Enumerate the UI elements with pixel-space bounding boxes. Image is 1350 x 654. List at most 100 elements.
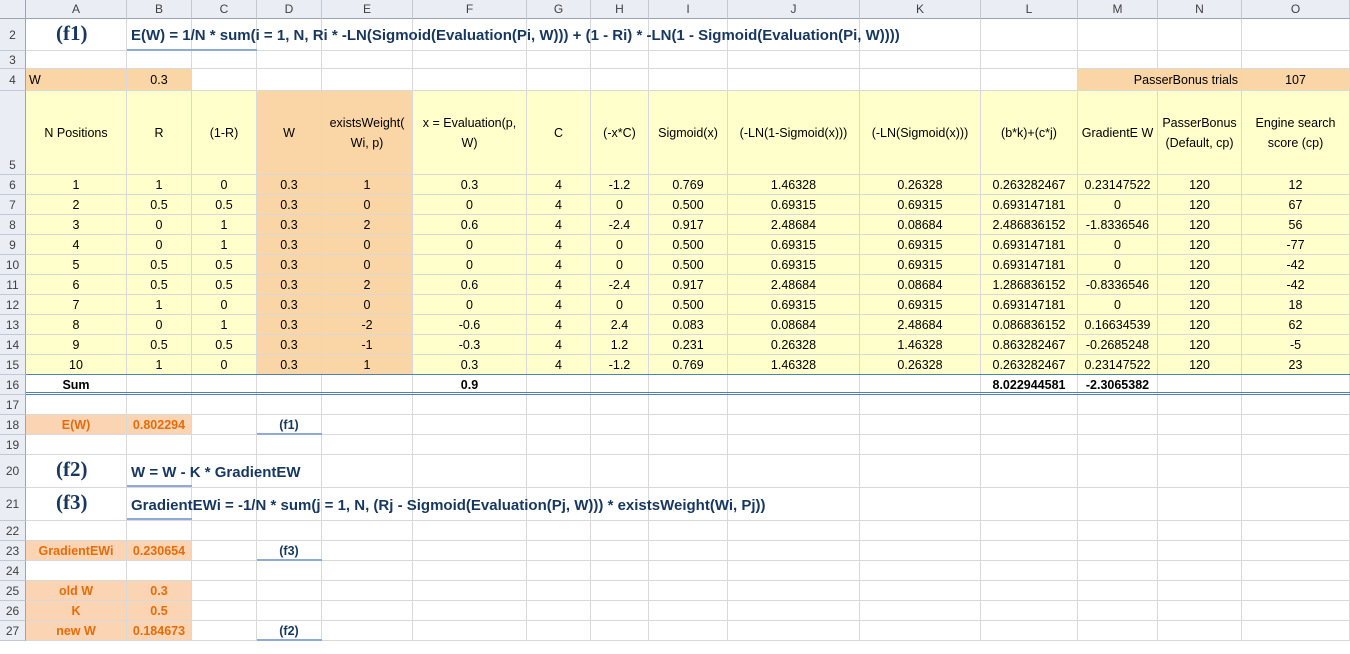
- table-header-E[interactable]: existsWeight( Wi, p): [322, 91, 413, 175]
- cell-J23[interactable]: [728, 541, 860, 561]
- row-header-13[interactable]: 13: [0, 315, 26, 335]
- cell-H4[interactable]: [591, 69, 649, 91]
- table-cell-K13[interactable]: 2.48684: [860, 315, 981, 335]
- table-cell-L12[interactable]: 0.693147181: [981, 295, 1078, 315]
- table-cell-D13[interactable]: 0.3: [257, 315, 322, 335]
- table-cell-E14[interactable]: -1: [322, 335, 413, 355]
- table-cell-D6[interactable]: 0.3: [257, 175, 322, 195]
- cell-D25[interactable]: [257, 581, 322, 601]
- cell-E27[interactable]: [322, 621, 413, 641]
- table-cell-E11[interactable]: 2: [322, 275, 413, 295]
- cell-G24[interactable]: [527, 561, 591, 581]
- table-cell-B14[interactable]: 0.5: [127, 335, 192, 355]
- column-header-C[interactable]: C: [192, 0, 257, 19]
- table-cell-I7[interactable]: 0.500: [649, 195, 728, 215]
- new-w-ref[interactable]: (f2): [257, 621, 322, 641]
- table-cell-E9[interactable]: 0: [322, 235, 413, 255]
- cell-H3[interactable]: [591, 51, 649, 69]
- table-cell-B10[interactable]: 0.5: [127, 255, 192, 275]
- cell-N18[interactable]: [1158, 415, 1242, 435]
- table-cell-L8[interactable]: 2.486836152: [981, 215, 1078, 235]
- table-cell-G6[interactable]: 4: [527, 175, 591, 195]
- table-cell-C11[interactable]: 0.5: [192, 275, 257, 295]
- table-cell-O15[interactable]: 23: [1242, 355, 1350, 375]
- cell-N20[interactable]: [1158, 455, 1242, 488]
- cell-K21[interactable]: [860, 488, 981, 521]
- table-cell-M13[interactable]: 0.16634539: [1078, 315, 1158, 335]
- table-cell-M8[interactable]: -1.8336546: [1078, 215, 1158, 235]
- cell-F22[interactable]: [413, 521, 527, 541]
- row-header-23[interactable]: 23: [0, 541, 26, 561]
- table-cell-G11[interactable]: 4: [527, 275, 591, 295]
- new-w-label[interactable]: new W: [26, 621, 127, 641]
- row-header-7[interactable]: 7: [0, 195, 26, 215]
- cell-K4[interactable]: [860, 69, 981, 91]
- table-cell-G13[interactable]: 4: [527, 315, 591, 335]
- cell-E23[interactable]: [322, 541, 413, 561]
- table-cell-A13[interactable]: 8: [26, 315, 127, 335]
- table-cell-H8[interactable]: -2.4: [591, 215, 649, 235]
- cell-A22[interactable]: [26, 521, 127, 541]
- cell-L19[interactable]: [981, 435, 1078, 455]
- cell-N27[interactable]: [1158, 621, 1242, 641]
- row-header-8[interactable]: 8: [0, 215, 26, 235]
- column-header-K[interactable]: K: [860, 0, 981, 19]
- table-cell-K15[interactable]: 0.26328: [860, 355, 981, 375]
- table-cell-D8[interactable]: 0.3: [257, 215, 322, 235]
- table-header-I[interactable]: Sigmoid(x): [649, 91, 728, 175]
- cell-I17[interactable]: [649, 395, 728, 415]
- column-header-N[interactable]: N: [1158, 0, 1242, 19]
- cell-E17[interactable]: [322, 395, 413, 415]
- table-cell-M11[interactable]: -0.8336546: [1078, 275, 1158, 295]
- row-header-27[interactable]: 27: [0, 621, 26, 641]
- cell-I18[interactable]: [649, 415, 728, 435]
- cell-C17[interactable]: [192, 395, 257, 415]
- cell-F20[interactable]: [413, 455, 527, 488]
- table-cell-D7[interactable]: 0.3: [257, 195, 322, 215]
- cell-A3[interactable]: [26, 51, 127, 69]
- cell-H20[interactable]: [591, 455, 649, 488]
- table-cell-A9[interactable]: 4: [26, 235, 127, 255]
- cell-D17[interactable]: [257, 395, 322, 415]
- cell-O3[interactable]: [1242, 51, 1350, 69]
- cell-F18[interactable]: [413, 415, 527, 435]
- cell-I27[interactable]: [649, 621, 728, 641]
- table-cell-D9[interactable]: 0.3: [257, 235, 322, 255]
- cell-M23[interactable]: [1078, 541, 1158, 561]
- table-cell-G15[interactable]: 4: [527, 355, 591, 375]
- cell-I25[interactable]: [649, 581, 728, 601]
- table-cell-H15[interactable]: -1.2: [591, 355, 649, 375]
- table-cell-E13[interactable]: -2: [322, 315, 413, 335]
- table-cell-B8[interactable]: 0: [127, 215, 192, 235]
- table-cell-H12[interactable]: 0: [591, 295, 649, 315]
- table-cell-J15[interactable]: 1.46328: [728, 355, 860, 375]
- cell-M2[interactable]: [1078, 19, 1158, 51]
- cell-N19[interactable]: [1158, 435, 1242, 455]
- cell-F27[interactable]: [413, 621, 527, 641]
- table-cell-G14[interactable]: 4: [527, 335, 591, 355]
- cell-N22[interactable]: [1158, 521, 1242, 541]
- table-cell-I13[interactable]: 0.083: [649, 315, 728, 335]
- cell-F19[interactable]: [413, 435, 527, 455]
- cell-M21[interactable]: [1078, 488, 1158, 521]
- table-header-N[interactable]: PasserBonus (Default, cp): [1158, 91, 1242, 175]
- table-cell-K8[interactable]: 0.08684: [860, 215, 981, 235]
- row-header-14[interactable]: 14: [0, 335, 26, 355]
- cell-H18[interactable]: [591, 415, 649, 435]
- table-cell-A12[interactable]: 7: [26, 295, 127, 315]
- cell-F25[interactable]: [413, 581, 527, 601]
- table-cell-F13[interactable]: -0.6: [413, 315, 527, 335]
- table-cell-K14[interactable]: 1.46328: [860, 335, 981, 355]
- table-cell-I11[interactable]: 0.917: [649, 275, 728, 295]
- cell-N25[interactable]: [1158, 581, 1242, 601]
- cell-O25[interactable]: [1242, 581, 1350, 601]
- cell-G20[interactable]: [527, 455, 591, 488]
- cell-K3[interactable]: [860, 51, 981, 69]
- cell-A19[interactable]: [26, 435, 127, 455]
- table-cell-L7[interactable]: 0.693147181: [981, 195, 1078, 215]
- table-cell-H10[interactable]: 0: [591, 255, 649, 275]
- cell-O2[interactable]: [1242, 19, 1350, 51]
- table-cell-E15[interactable]: 1: [322, 355, 413, 375]
- table-cell-N8[interactable]: 120: [1158, 215, 1242, 235]
- row-header-24[interactable]: 24: [0, 561, 26, 581]
